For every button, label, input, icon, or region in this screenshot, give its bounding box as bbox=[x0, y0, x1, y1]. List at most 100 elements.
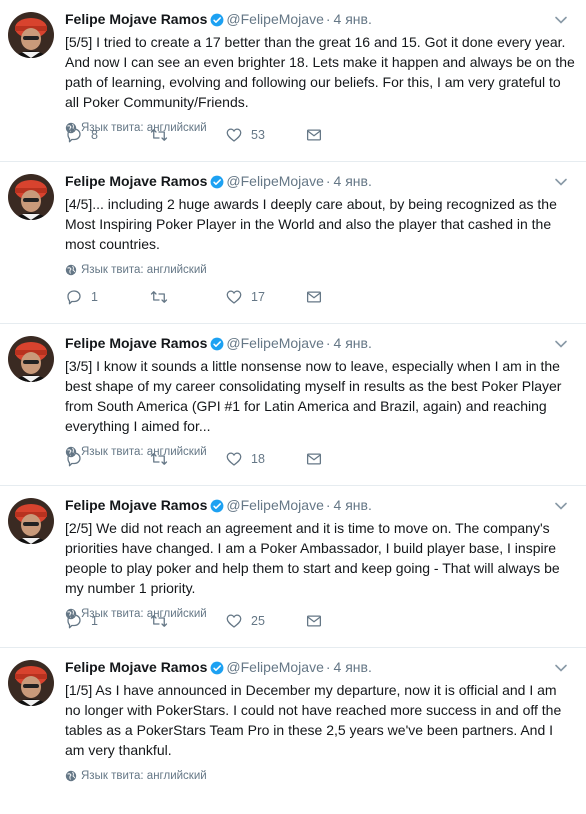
retweet-icon bbox=[150, 291, 168, 303]
author-name[interactable]: Felipe Mojave Ramos bbox=[65, 173, 207, 189]
envelope-icon bbox=[306, 453, 322, 465]
like-count: 25 bbox=[251, 614, 265, 628]
reply-count: 1 bbox=[91, 290, 98, 304]
author-handle[interactable]: @FelipeMojave bbox=[226, 335, 323, 351]
chevron-down-icon[interactable] bbox=[554, 13, 568, 27]
avatar[interactable] bbox=[8, 336, 54, 382]
retweet-button[interactable] bbox=[149, 126, 225, 144]
reply-button[interactable]: 8 bbox=[65, 126, 149, 144]
avatar[interactable] bbox=[8, 174, 54, 220]
tweet-language[interactable]: Язык твита: английский bbox=[65, 768, 572, 784]
tweet[interactable]: Felipe Mojave Ramos @FelipeMojave · 4 янв. … bbox=[0, 486, 586, 648]
like-button[interactable]: 53 bbox=[225, 126, 305, 144]
chevron-down-icon[interactable] bbox=[554, 337, 568, 351]
like-count: 53 bbox=[251, 128, 265, 142]
tweet-time[interactable]: 4 янв. bbox=[334, 335, 372, 351]
tweet-header: Felipe Mojave Ramos @FelipeMojave · 4 янв. bbox=[65, 334, 572, 355]
heart-icon bbox=[226, 290, 242, 304]
author-name[interactable]: Felipe Mojave Ramos bbox=[65, 497, 207, 513]
tweet-text: [5/5] I tried to create a 17 better than… bbox=[65, 34, 575, 110]
tweet-header: Felipe Mojave Ramos @FelipeMojave · 4 янв. bbox=[65, 10, 572, 31]
tweet-text: [4/5]... including 2 huge awards I deepl… bbox=[65, 196, 557, 252]
tweet-time[interactable]: 4 янв. bbox=[334, 497, 372, 513]
retweet-icon bbox=[150, 129, 168, 141]
heart-icon bbox=[226, 614, 242, 628]
retweet-icon bbox=[150, 453, 168, 465]
direct-message-button[interactable] bbox=[305, 450, 323, 468]
separator: · bbox=[325, 173, 331, 189]
tweet-header: Felipe Mojave Ramos @FelipeMojave · 4 янв. bbox=[65, 496, 572, 517]
envelope-icon bbox=[306, 615, 322, 627]
tweet[interactable]: Felipe Mojave Ramos @FelipeMojave · 4 янв. … bbox=[0, 162, 586, 324]
separator: · bbox=[325, 659, 331, 675]
tweet-text: [1/5] As I have announced in December my… bbox=[65, 682, 562, 758]
heart-icon bbox=[226, 452, 242, 466]
tweet-text: [3/5] I know it sounds a little nonsense… bbox=[65, 358, 562, 434]
separator: · bbox=[325, 497, 331, 513]
avatar[interactable] bbox=[8, 660, 54, 706]
reply-button[interactable]: 1 bbox=[65, 612, 149, 630]
avatar[interactable] bbox=[8, 498, 54, 544]
direct-message-button[interactable] bbox=[305, 126, 323, 144]
reply-icon bbox=[67, 614, 81, 629]
like-button[interactable]: 17 bbox=[225, 288, 305, 306]
reply-icon bbox=[67, 128, 81, 143]
reply-icon bbox=[67, 452, 81, 467]
like-count: 17 bbox=[251, 290, 265, 304]
tweet-text: [2/5] We did not reach an agreement and … bbox=[65, 520, 560, 596]
verified-badge-icon bbox=[210, 499, 224, 517]
retweet-button[interactable] bbox=[149, 450, 225, 468]
verified-badge-icon bbox=[210, 337, 224, 355]
chevron-down-icon[interactable] bbox=[554, 175, 568, 189]
author-name[interactable]: Felipe Mojave Ramos bbox=[65, 335, 207, 351]
reply-count: 8 bbox=[91, 128, 98, 142]
tweet-header: Felipe Mojave Ramos @FelipeMojave · 4 янв. bbox=[65, 658, 572, 679]
tweet-actions: 1 17 bbox=[65, 287, 323, 307]
reply-button[interactable] bbox=[65, 450, 149, 468]
separator: · bbox=[325, 335, 331, 351]
reply-count: 1 bbox=[91, 614, 98, 628]
verified-badge-icon bbox=[210, 13, 224, 31]
tweet-actions: 8 53 bbox=[65, 125, 323, 145]
direct-message-button[interactable] bbox=[305, 612, 323, 630]
author-name[interactable]: Felipe Mojave Ramos bbox=[65, 659, 207, 675]
verified-badge-icon bbox=[210, 661, 224, 679]
chevron-down-icon[interactable] bbox=[554, 499, 568, 513]
reply-button[interactable]: 1 bbox=[65, 288, 149, 306]
author-handle[interactable]: @FelipeMojave bbox=[226, 659, 323, 675]
verified-badge-icon bbox=[210, 175, 224, 193]
retweet-icon bbox=[150, 615, 168, 627]
tweet-time[interactable]: 4 янв. bbox=[334, 173, 372, 189]
chevron-down-icon[interactable] bbox=[554, 661, 568, 675]
like-button[interactable]: 18 bbox=[225, 450, 305, 468]
tweet[interactable]: Felipe Mojave Ramos @FelipeMojave · 4 янв. … bbox=[0, 648, 586, 810]
tweet-actions: 1 25 bbox=[65, 611, 323, 631]
tweet-header: Felipe Mojave Ramos @FelipeMojave · 4 янв. bbox=[65, 172, 572, 193]
reply-icon bbox=[67, 290, 81, 305]
retweet-button[interactable] bbox=[149, 288, 225, 306]
like-count: 18 bbox=[251, 452, 265, 466]
direct-message-button[interactable] bbox=[305, 288, 323, 306]
tweet-language[interactable]: Язык твита: английский bbox=[65, 262, 572, 278]
author-name[interactable]: Felipe Mojave Ramos bbox=[65, 11, 207, 27]
author-handle[interactable]: @FelipeMojave bbox=[226, 11, 323, 27]
tweet[interactable]: Felipe Mojave Ramos @FelipeMojave · 4 янв. … bbox=[0, 0, 586, 162]
globe-icon bbox=[65, 264, 77, 276]
tweet[interactable]: Felipe Mojave Ramos @FelipeMojave · 4 янв. … bbox=[0, 324, 586, 486]
retweet-button[interactable] bbox=[149, 612, 225, 630]
tweet-time[interactable]: 4 янв. bbox=[334, 11, 372, 27]
envelope-icon bbox=[306, 291, 322, 303]
tweet-feed: Felipe Mojave Ramos @FelipeMojave · 4 янв. … bbox=[0, 0, 586, 814]
author-handle[interactable]: @FelipeMojave bbox=[226, 173, 323, 189]
tweet-time[interactable]: 4 янв. bbox=[334, 659, 372, 675]
language-label: Язык твита: английский bbox=[81, 770, 207, 782]
heart-icon bbox=[226, 128, 242, 142]
separator: · bbox=[325, 11, 331, 27]
tweet-actions: 18 bbox=[65, 449, 323, 469]
envelope-icon bbox=[306, 129, 322, 141]
globe-icon bbox=[65, 770, 77, 782]
author-handle[interactable]: @FelipeMojave bbox=[226, 497, 323, 513]
avatar[interactable] bbox=[8, 12, 54, 58]
language-label: Язык твита: английский bbox=[81, 264, 207, 276]
like-button[interactable]: 25 bbox=[225, 612, 305, 630]
